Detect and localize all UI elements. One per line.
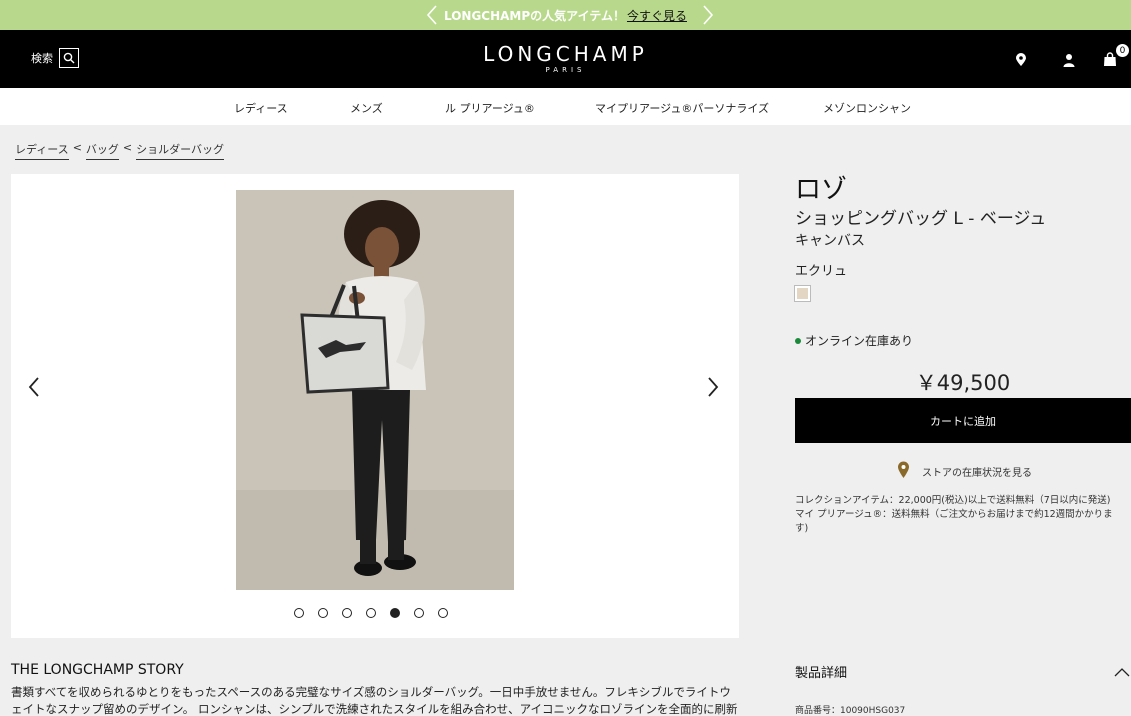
breadcrumb-bags[interactable]: バッグ — [85, 141, 119, 160]
product-color-name: エクリュ — [795, 264, 848, 279]
logo-sub: PARIS — [545, 66, 586, 74]
logo-text: LONGCHAMP — [483, 42, 648, 66]
gallery-next-icon[interactable] — [700, 374, 726, 400]
stock-text: オンライン在庫あり — [805, 334, 914, 348]
site-header: 検索 LONGCHAMP PARIS — [0, 30, 1131, 88]
promo-bar: LONGCHAMPの人気アイテム！ 今すぐ見る — [0, 0, 1131, 30]
gallery-dot[interactable] — [438, 608, 448, 618]
store-availability-link[interactable]: ストアの在庫状況を見る — [897, 461, 1032, 482]
gallery-dot[interactable] — [294, 608, 304, 618]
promo-prev-icon[interactable] — [421, 4, 443, 26]
nav-item-ladies[interactable]: レディース — [234, 100, 288, 116]
gallery-dot[interactable] — [414, 608, 424, 618]
breadcrumb-separator: < — [72, 141, 82, 154]
promo-link[interactable]: 今すぐ見る — [627, 7, 687, 24]
gallery-prev-icon[interactable] — [21, 374, 47, 400]
cart-count-badge: 0 — [1116, 44, 1129, 57]
story-title: THE LONGCHAMP STORY — [11, 662, 184, 678]
stock-status: オンライン在庫あり — [795, 332, 913, 349]
breadcrumb-separator: < — [122, 141, 133, 154]
main-nav: レディース メンズ ル プリアージュ® マイプリアージュ®パーソナライズ メゾン… — [0, 88, 1131, 125]
gallery-pagination — [294, 608, 448, 618]
model-illustration — [236, 190, 514, 590]
store-availability-text: ストアの在庫状況を見る — [922, 468, 1032, 479]
stock-dot-icon — [795, 337, 801, 344]
shipping-line-pliage: マイ プリアージュ®：送料無料（ご注文からお届けまで約12週間かかります) — [795, 509, 1113, 534]
nav-item-le-pliage[interactable]: ル プリアージュ® — [445, 100, 535, 116]
breadcrumb-ladies[interactable]: レディース — [15, 141, 69, 160]
product-details-heading[interactable]: 製品詳細 — [795, 662, 847, 681]
store-locator-icon[interactable] — [1012, 51, 1030, 69]
nav-item-personalize[interactable]: マイプリアージュ®パーソナライズ — [595, 100, 769, 116]
chevron-up-icon[interactable] — [1114, 662, 1130, 681]
nav-item-mens[interactable]: メンズ — [350, 100, 383, 116]
account-icon[interactable] — [1060, 51, 1078, 69]
color-swatch[interactable] — [794, 285, 811, 302]
promo-text: LONGCHAMPの人気アイテム！ — [443, 8, 625, 23]
product-gallery — [11, 174, 739, 638]
product-sku: 商品番号：10090HSG037 — [795, 706, 906, 716]
gallery-dot[interactable] — [342, 608, 352, 618]
color-swatch-fill — [797, 288, 808, 299]
product-material: キャンバス — [795, 233, 865, 249]
nav-item-maison[interactable]: メゾンロンシャン — [823, 100, 911, 116]
product-subtitle: ショッピングバッグ L - ベージュ — [795, 209, 1047, 229]
product-price: ￥49,500 — [915, 371, 1011, 395]
promo-message: LONGCHAMPの人気アイテム！ 今すぐ見る — [444, 7, 687, 24]
add-to-cart-button[interactable]: カートに追加 — [795, 398, 1131, 443]
gallery-dot[interactable] — [366, 608, 376, 618]
breadcrumb: レディース < バッグ < ショルダーバッグ — [15, 141, 225, 160]
store-pin-icon — [897, 461, 910, 482]
product-name: ロゾ — [795, 175, 848, 205]
shipping-line-collection: コレクションアイテム：22,000円(税込)以上で送料無料（7日以内に発送) — [795, 495, 1111, 506]
gallery-dot-active[interactable] — [390, 608, 400, 618]
site-logo[interactable]: LONGCHAMP PARIS — [0, 42, 1131, 74]
story-text: 書類すべてを収められるゆとりをもったスペースのある完璧なサイズ感のショルダーバッ… — [11, 685, 738, 716]
shipping-info: コレクションアイテム：22,000円(税込)以上で送料無料（7日以内に発送) マ… — [795, 494, 1125, 536]
breadcrumb-shoulder-bags[interactable]: ショルダーバッグ — [136, 141, 225, 160]
product-photo[interactable] — [236, 190, 514, 590]
gallery-dot[interactable] — [318, 608, 328, 618]
promo-next-icon[interactable] — [697, 4, 719, 26]
